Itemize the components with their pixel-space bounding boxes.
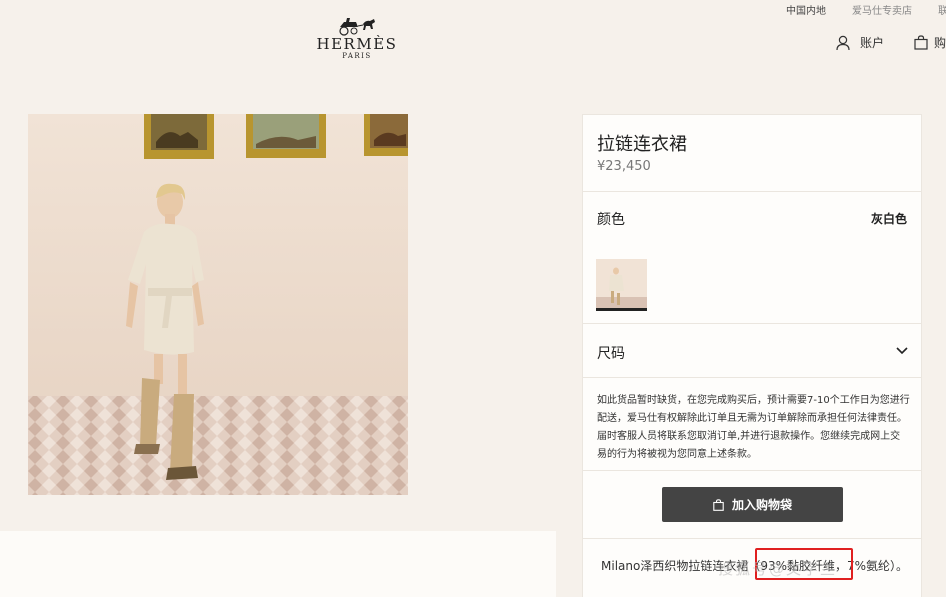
product-price: ¥23,450 — [597, 159, 651, 174]
size-label: 尺码 — [597, 346, 625, 362]
brand-city: PARIS — [342, 52, 372, 60]
add-to-bag-button[interactable]: 加入购物袋 — [662, 487, 843, 522]
account-label: 账户 — [860, 36, 885, 50]
product-image[interactable] — [28, 114, 408, 495]
divider — [583, 377, 921, 378]
watermark: 搜狐号@文字兰 — [718, 560, 838, 578]
product-title: 拉链连衣裙 — [597, 134, 687, 155]
color-value: 灰白色 — [870, 212, 907, 226]
lower-left-panel — [0, 531, 556, 597]
product-panel: 拉链连衣裙 ¥23,450 颜色 灰白色 尺码 如此货品暂时缺货，在您完成购买后… — [582, 114, 922, 597]
color-label: 颜色 — [597, 212, 625, 228]
contact-link[interactable]: 联 — [938, 2, 946, 17]
carriage-icon — [339, 18, 375, 36]
user-icon — [836, 35, 850, 50]
divider — [583, 470, 921, 471]
stock-notice: 如此货品暂时缺货，在您完成购买后，预计需要7-10个工作日为您进行配送，爱马仕有… — [597, 395, 910, 460]
brand-name: HERMÈS — [316, 35, 398, 53]
shopping-bag-icon — [914, 35, 928, 50]
bag-button[interactable]: 购 — [914, 34, 946, 51]
bag-label: 购 — [934, 36, 946, 50]
color-swatch-thumbnail[interactable] — [596, 259, 647, 311]
shopping-bag-icon — [713, 498, 724, 511]
hermes-logo[interactable]: HERMÈS PARIS — [316, 16, 398, 68]
add-to-bag-label: 加入购物袋 — [731, 498, 792, 512]
stores-link[interactable]: 爱马仕专卖店 — [852, 2, 912, 17]
region-link[interactable]: 中国内地 — [786, 2, 826, 17]
divider — [583, 323, 921, 324]
chevron-down-icon[interactable] — [895, 343, 909, 359]
divider — [583, 538, 921, 539]
divider — [583, 191, 921, 192]
account-button[interactable]: 账户 — [836, 34, 884, 51]
